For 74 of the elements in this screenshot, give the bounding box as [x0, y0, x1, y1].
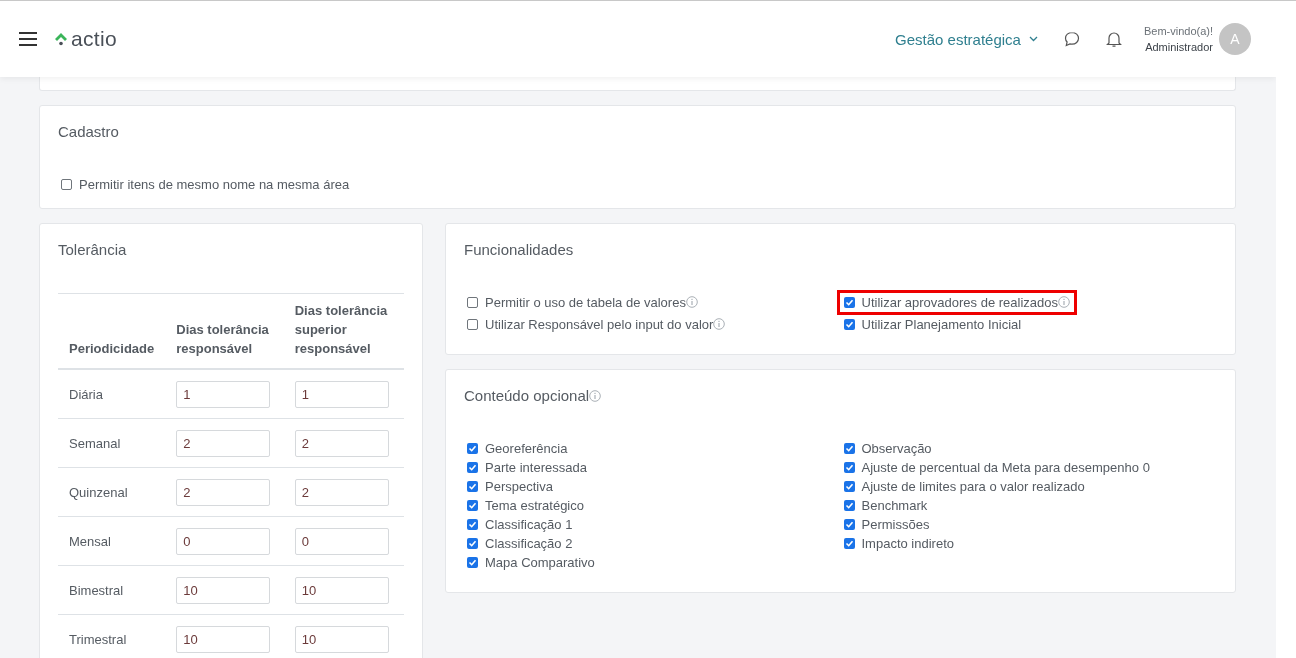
days-input[interactable]: 0 [294, 527, 389, 555]
checkbox[interactable] [843, 297, 855, 308]
days-input[interactable]: 2 [176, 478, 271, 506]
checkbox-label: Permitir itens de mesmo nome na mesma área [79, 176, 350, 194]
column-header: Dias tolerância superior responsável [283, 293, 404, 369]
checkbox[interactable] [843, 519, 855, 530]
card-title: Conteúdo opcional [464, 387, 1217, 405]
card-title: Tolerância [58, 241, 128, 259]
bell-icon[interactable] [1105, 30, 1122, 48]
card-title: Cadastro [58, 123, 120, 141]
logo-icon [54, 32, 68, 46]
days-input[interactable]: 10 [176, 625, 271, 653]
checkbox-label: Classificação 2 [485, 535, 573, 553]
checkbox[interactable] [843, 319, 855, 330]
checkbox[interactable] [843, 481, 855, 492]
checkbox[interactable] [843, 443, 855, 454]
checkbox[interactable] [467, 500, 478, 511]
days-input[interactable]: 10 [294, 576, 389, 604]
info-icon [589, 390, 602, 402]
checkbox[interactable] [467, 319, 478, 330]
days-input[interactable]: 0 [176, 527, 271, 555]
days-input[interactable]: 2 [294, 429, 389, 457]
logo-text: actio [71, 27, 117, 51]
checkbox[interactable] [61, 179, 72, 190]
period-cell: Trimestral [58, 614, 166, 658]
checkbox-label: Permissões [861, 516, 930, 534]
module-dropdown[interactable]: Gestão estratégica [895, 30, 1038, 48]
checkbox-label: Benchmark [861, 497, 928, 515]
days-input[interactable]: 1 [176, 380, 271, 408]
checkbox-label: Georeferência [485, 440, 568, 458]
period-cell: Diária [58, 369, 166, 419]
period-cell: Quinzenal [58, 467, 166, 517]
info-icon [713, 318, 726, 330]
period-cell: Bimestral [58, 565, 166, 615]
checkbox[interactable] [467, 519, 478, 530]
chevron-down-icon [1028, 36, 1038, 42]
checkbox-label: Perspectiva [485, 478, 553, 496]
checkbox-label: Ajuste de limites para o valor realizado [861, 478, 1085, 496]
checkbox-label: Utilizar Planejamento Inicial [861, 316, 1022, 334]
checkbox[interactable] [843, 538, 855, 549]
checkbox-label: Tema estratégico [485, 497, 584, 515]
days-input[interactable]: 2 [294, 478, 389, 506]
checkbox-label: Mapa Comparativo [485, 554, 595, 572]
days-input[interactable]: 1 [294, 380, 389, 408]
days-input[interactable]: 10 [176, 576, 271, 604]
period-cell: Semanal [58, 418, 166, 468]
chat-icon[interactable] [1063, 31, 1080, 47]
info-icon [1058, 296, 1071, 308]
checkbox[interactable] [467, 538, 478, 549]
checkbox[interactable] [843, 462, 855, 473]
checkbox[interactable] [467, 443, 478, 454]
checkbox-label: Ajuste de percentual da Meta para desempenho 0 [861, 459, 1150, 477]
user-name: Administrador [1145, 40, 1213, 55]
greeting-text: Bem-vindo(a)! [1143, 24, 1213, 39]
period-cell: Mensal [58, 516, 166, 566]
checkbox-label: Impacto indireto [861, 535, 954, 553]
card-title: Funcionalidades [464, 241, 575, 259]
column-header: Periodicidade [58, 293, 166, 369]
checkbox[interactable] [467, 462, 478, 473]
checkbox-label: Permitir o uso de tabela de valores [485, 293, 698, 312]
checkbox[interactable] [467, 557, 478, 568]
checkbox-label: Utilizar aprovadores de realizados [861, 293, 1071, 312]
column-header: Dias tolerância responsável [165, 293, 284, 369]
menu-icon[interactable] [19, 32, 37, 46]
days-input[interactable]: 2 [176, 429, 271, 457]
checkbox[interactable] [467, 481, 478, 492]
checkbox-label: Utilizar Responsável pelo input do valor [485, 315, 726, 334]
checkbox-label: Parte interessada [485, 459, 587, 477]
checkbox-label: Classificação 1 [485, 516, 573, 534]
checkbox[interactable] [467, 297, 478, 308]
info-icon [685, 296, 698, 308]
checkbox[interactable] [843, 500, 855, 511]
days-input[interactable]: 10 [294, 625, 389, 653]
checkbox-label: Observação [861, 440, 932, 458]
